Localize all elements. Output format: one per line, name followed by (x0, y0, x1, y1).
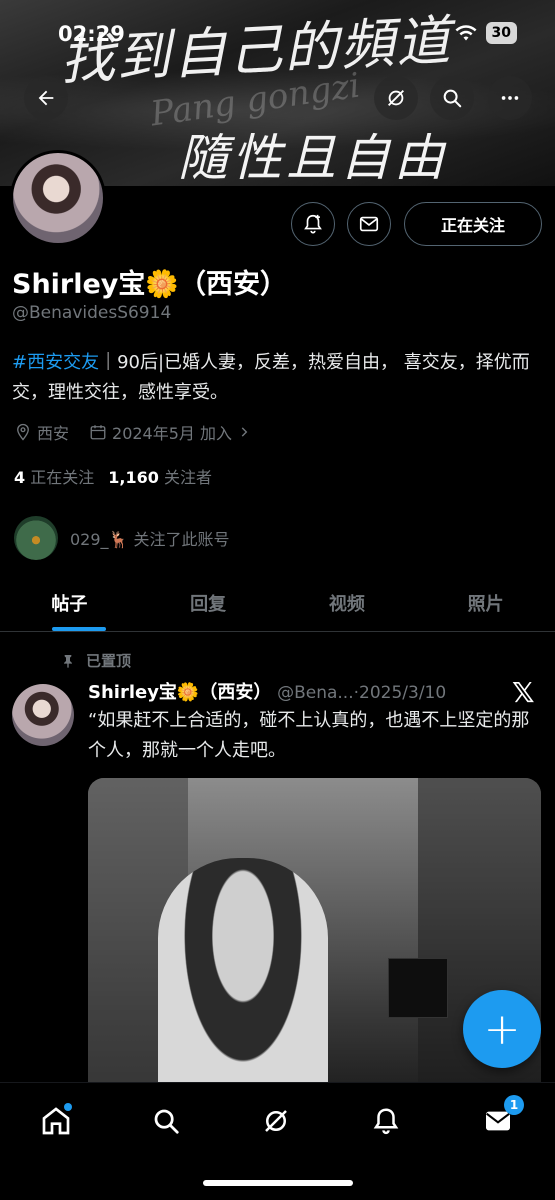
joined-item[interactable]: 2024年5月 加入 (89, 420, 251, 444)
chevron-right-icon (241, 427, 248, 437)
following-stat[interactable]: 4 正在关注 (14, 464, 94, 488)
post-handle-date: @Bena...·2025/3/10 (277, 683, 447, 703)
calendar-icon (90, 425, 106, 440)
nav-search[interactable] (146, 1101, 186, 1141)
following-button[interactable]: 正在关注 (404, 202, 542, 246)
followed-by-row[interactable]: 029_🦌 关注了此账号 (14, 516, 230, 560)
pinned-label: 已置顶 (86, 652, 132, 670)
pinned-indicator: 已置顶 (60, 650, 131, 671)
x-logo-icon: 𝕏 (512, 676, 535, 709)
tab-photos[interactable]: 照片 (416, 574, 555, 631)
home-unread-dot (64, 1103, 72, 1111)
followers-stat[interactable]: 1,160 关注者 (108, 464, 212, 488)
post-text: “如果赶不上合适的，碰不上认真的，也遇不上坚定的那个人，那就一个人走吧。 (88, 710, 530, 761)
followers-label: 关注者 (163, 468, 212, 487)
profile-name: Shirley宝🌼（西安） (12, 269, 288, 300)
home-indicator (203, 1180, 353, 1186)
post-author-avatar[interactable] (12, 684, 74, 746)
grok-icon (265, 1110, 287, 1132)
location-text: 西安 (37, 424, 70, 443)
nav-grok[interactable] (256, 1101, 296, 1141)
nav-notifications[interactable] (366, 1101, 406, 1141)
nav-home[interactable] (36, 1101, 76, 1141)
profile-bio: #西安交友｜90后|已婚人妻，反差，热爱自由， 喜交友，择优而交，理性交往，感性… (12, 348, 542, 408)
post-author-name[interactable]: Shirley宝🌼（西安） (88, 682, 271, 703)
joined-text: 2024年5月 加入 (112, 424, 233, 443)
search-icon (154, 1109, 179, 1134)
following-count: 4 (14, 468, 26, 487)
back-button[interactable] (24, 76, 68, 120)
follower-avatar (14, 516, 58, 560)
post-header: Shirley宝🌼（西安） @Bena...·2025/3/10 (88, 678, 508, 704)
arrow-left-icon (38, 90, 54, 106)
message-button[interactable] (347, 202, 391, 246)
tab-posts[interactable]: 帖子 (0, 574, 139, 631)
followers-count: 1,160 (108, 468, 159, 487)
status-icons: 30 (454, 22, 517, 44)
search-button[interactable] (430, 76, 474, 120)
bell-icon (373, 1108, 399, 1135)
envelope-icon (359, 216, 379, 232)
nav-messages[interactable]: 1 (478, 1095, 524, 1141)
profile-tabs: 帖子 回复 视频 照片 (0, 574, 555, 632)
profile-avatar[interactable] (10, 150, 106, 246)
tab-videos[interactable]: 视频 (278, 574, 417, 631)
followed-by-text: 029_🦌 关注了此账号 (70, 530, 230, 549)
location-item: 西安 (14, 420, 69, 444)
status-time: 02:29 (58, 22, 125, 46)
grok-button[interactable] (374, 76, 418, 120)
tab-replies[interactable]: 回复 (139, 574, 278, 631)
image-figure (158, 858, 328, 1108)
more-icon (501, 96, 519, 100)
location-pin-icon (17, 423, 29, 441)
search-icon (443, 89, 462, 108)
compose-button[interactable]: + (463, 990, 541, 1068)
following-label: 正在关注 (30, 468, 95, 487)
wifi-icon (455, 25, 477, 41)
image-bag (388, 958, 448, 1018)
profile-handle: @BenavidesS6914 (12, 303, 172, 323)
profile-meta: 西安 2024年5月 加入 (14, 420, 271, 444)
notify-button[interactable] (291, 202, 335, 246)
banner-text-line2: 隨性且自由 (178, 129, 448, 186)
pin-icon (64, 654, 72, 668)
profile-stats: 4 正在关注 1,160 关注者 (14, 464, 212, 488)
post-image[interactable] (88, 778, 541, 1108)
more-button[interactable] (488, 76, 532, 120)
messages-badge: 1 (504, 1095, 524, 1115)
battery-indicator: 30 (485, 22, 517, 44)
bell-plus-icon (304, 214, 322, 234)
grok-icon (388, 90, 404, 106)
bio-hashtag-link[interactable]: #西安交友 (12, 352, 99, 373)
